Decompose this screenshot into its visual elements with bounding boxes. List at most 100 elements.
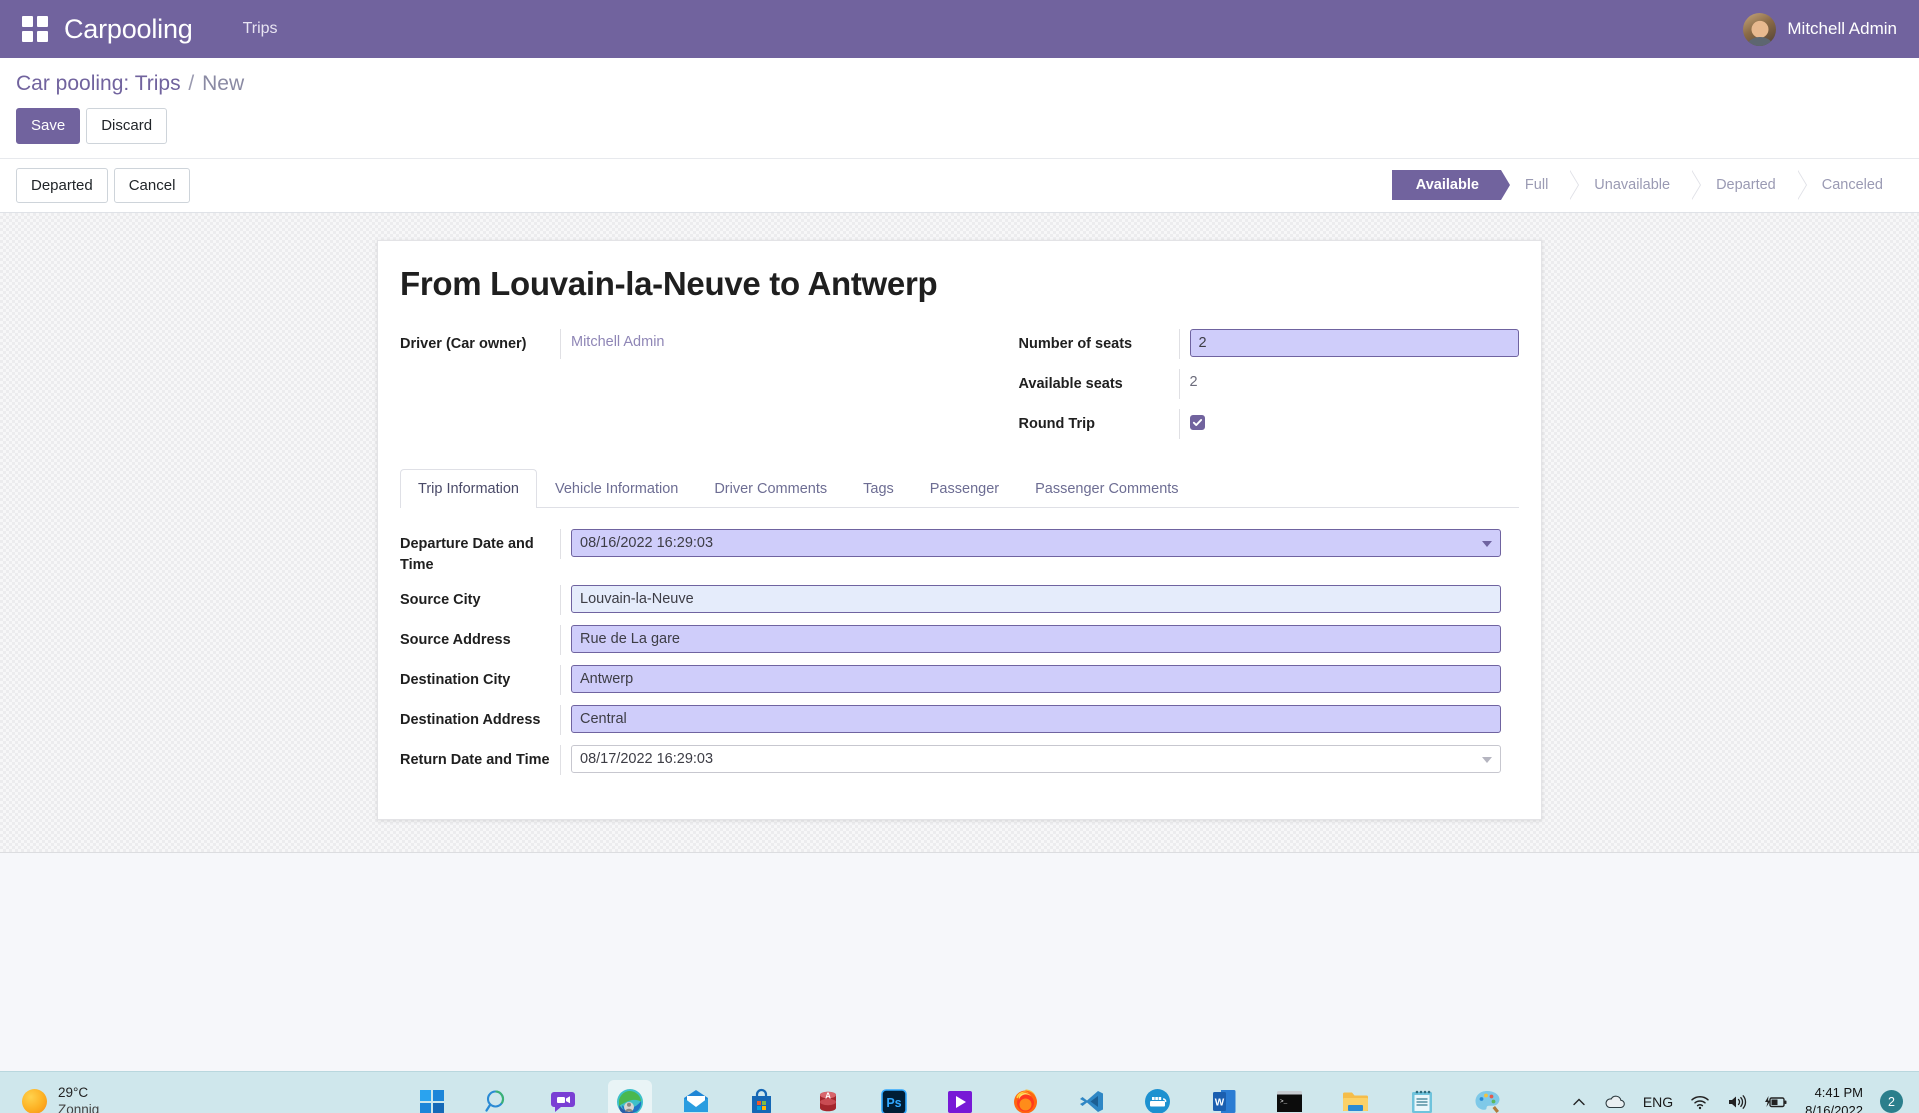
taskbar-word[interactable]: W [1202,1080,1246,1113]
breadcrumb-current: New [202,72,245,95]
language-indicator[interactable]: ENG [1643,1094,1673,1110]
driver-value[interactable]: Mitchell Admin [571,329,960,350]
taskbar-teams[interactable] [542,1080,586,1113]
field-label-source-city: Source City [400,592,481,609]
taskbar-vscode[interactable] [1070,1080,1114,1113]
field-value-driver: Mitchell Admin [560,329,960,359]
volume-tray-button[interactable] [1727,1094,1747,1110]
field-value-source-address [560,625,1501,656]
field-label-departure-datetime: Departure Date and Time [400,536,534,573]
taskbar-firefox[interactable] [1004,1080,1048,1113]
field-source-city: Source City [400,585,1519,616]
word-icon: W [1208,1086,1240,1113]
tab-passenger[interactable]: Passenger [912,469,1017,508]
tab-tags[interactable]: Tags [845,469,912,508]
save-button[interactable]: Save [16,108,81,144]
grid-cell [22,16,33,27]
firefox-icon [1010,1086,1042,1113]
svg-text:A: A [825,1091,831,1100]
taskbar-app-icons: A Ps W >_ [410,1079,1510,1113]
breadcrumb-root[interactable]: Car pooling: Trips [16,72,181,95]
stage-available[interactable]: Available [1391,170,1511,201]
field-label-available-seats: Available seats [1018,376,1123,392]
departure-datetime-input[interactable] [571,529,1501,557]
onedrive-tray-button[interactable] [1604,1094,1626,1110]
source-address-input[interactable] [571,625,1501,654]
tab-vehicle-information[interactable]: Vehicle Information [537,469,696,508]
navbar-user-area: Mitchell Admin [1743,12,1897,46]
taskbar-start[interactable] [410,1080,454,1113]
show-hidden-icons-button[interactable] [1571,1094,1587,1110]
cancel-button[interactable]: Cancel [113,167,191,203]
field-value-available-seats: 2 [1178,369,1520,399]
field-value-round-trip [1178,409,1520,439]
app-brand-title[interactable]: Carpooling [64,14,193,45]
breadcrumb-separator: / [188,72,195,95]
field-number-of-seats: Number of seats [1019,329,1519,359]
user-name[interactable]: Mitchell Admin [1787,19,1897,39]
wifi-tray-button[interactable] [1690,1094,1710,1110]
field-label-driver: Driver (Car owner) [400,336,527,352]
taskbar-notepad[interactable] [1400,1080,1444,1113]
tab-driver-comments[interactable]: Driver Comments [696,469,845,508]
grid-cell [37,16,48,27]
number-of-seats-input[interactable] [1189,329,1519,357]
field-label-destination-city: Destination City [400,672,511,689]
tab-trip-information[interactable]: Trip Information [400,469,537,508]
taskbar-docker[interactable] [1136,1080,1180,1113]
clock-time: 4:41 PM [1814,1084,1863,1100]
field-groups: Driver (Car owner) Mitchell Admin Number… [400,329,1519,449]
taskbar-store[interactable] [740,1080,784,1113]
access-icon: A [812,1086,844,1113]
taskbar-edge[interactable] [607,1079,652,1113]
teams-icon [548,1086,580,1113]
stage-canceled[interactable]: Canceled [1797,170,1905,201]
record-action-buttons: Save Discard [16,108,1903,158]
volume-icon [1729,1094,1747,1109]
taskbar-mail[interactable] [674,1080,718,1113]
battery-tray-button[interactable] [1764,1094,1788,1110]
edge-icon [614,1086,646,1113]
stage-unavailable[interactable]: Unavailable [1570,170,1701,201]
clock[interactable]: 4:41 PM 8/16/2022 [1805,1084,1863,1113]
field-value-number-of-seats [1178,329,1519,359]
weather-widget[interactable]: 29°C Zonnig [22,1085,99,1113]
source-city-input[interactable] [571,585,1501,614]
notepad-icon [1406,1086,1438,1113]
taskbar-paint[interactable] [1466,1080,1510,1113]
weather-temperature: 29°C [58,1084,89,1100]
destination-address-input[interactable] [571,705,1501,734]
tab-passenger-comments[interactable]: Passenger Comments [1017,469,1196,508]
field-label-round-trip: Round Trip [1018,416,1096,432]
taskbar-access[interactable]: A [806,1080,850,1113]
round-trip-checkbox[interactable] [1189,415,1205,430]
taskbar-terminal[interactable]: >_ [1268,1080,1312,1113]
departed-button[interactable]: Departed [16,167,108,203]
available-seats-value: 2 [1189,374,1198,390]
field-destination-address: Destination Address [400,705,1519,736]
notification-badge[interactable]: 2 [1880,1090,1903,1113]
return-datetime-input[interactable] [571,745,1501,774]
field-value-destination-address [560,705,1501,736]
taskbar-file-explorer[interactable] [1334,1080,1378,1113]
clock-date: 8/16/2022 [1805,1102,1863,1113]
taskbar-search[interactable] [476,1080,520,1113]
field-source-address: Source Address [400,625,1519,656]
chevron-up-icon [1573,1098,1585,1105]
field-group-left: Driver (Car owner) Mitchell Admin [400,329,960,449]
field-label-destination-address: Destination Address [400,712,541,729]
discard-button[interactable]: Discard [86,108,168,144]
desktop-area [0,853,1919,1071]
nav-menu-trips[interactable]: Trips [235,14,286,44]
taskbar-movies-tv[interactable] [938,1080,982,1113]
destination-city-input[interactable] [571,665,1501,694]
taskbar-photoshop[interactable]: Ps [872,1080,916,1113]
svg-text:Ps: Ps [886,1096,901,1110]
stage-departed[interactable]: Departed [1692,170,1807,201]
grid-cell [37,31,48,42]
stage-full[interactable]: Full [1500,170,1580,201]
notebook: Trip Information Vehicle Information Dri… [400,469,1519,776]
search-icon [482,1086,514,1113]
apps-grid-icon[interactable] [22,16,48,42]
avatar[interactable] [1743,12,1777,46]
